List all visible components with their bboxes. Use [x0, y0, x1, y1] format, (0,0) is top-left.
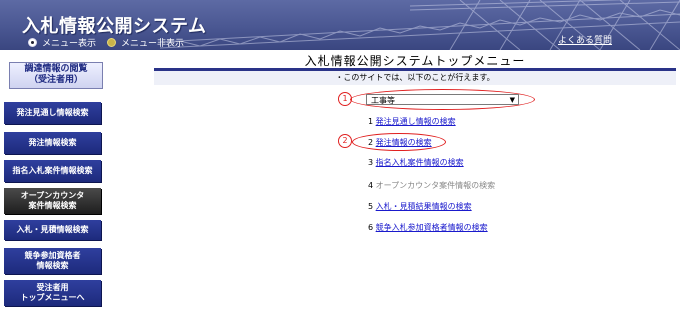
sidebar-heading: 調達情報の閲覧 （受注者用）	[9, 62, 103, 89]
annotation-marker-1: 1	[338, 92, 352, 106]
sidebar-item-label-line2: 情報検索	[36, 261, 69, 270]
sidebar-item-label: 指名入札案件情報検索	[12, 166, 93, 175]
menu-item-2: 2 発注情報の検索	[368, 137, 432, 148]
header-banner: 入札情報公開システム メニュー表示 メニュー非表示 よくある質問	[0, 0, 680, 50]
menu-item-4: 4 オープンカウンタ案件情報の検索	[368, 180, 495, 191]
menu-item-3: 3 指名入札案件情報の検索	[368, 157, 464, 168]
menu-item-number: 3	[368, 158, 374, 167]
menu-item-number: 1	[368, 117, 374, 126]
faq-link[interactable]: よくある質問	[558, 33, 612, 46]
sidebar-item-label-line2: トップメニューへ	[20, 293, 85, 302]
order-search-link[interactable]: 発注情報の検索	[376, 138, 432, 147]
category-select-value: 工事等	[371, 96, 395, 105]
menu-item-number: 2	[368, 138, 374, 147]
annotation-marker-2: 2	[338, 134, 352, 148]
menu-hide-radio[interactable]	[107, 38, 117, 47]
sidebar-heading-line2: （受注者用）	[28, 75, 83, 85]
menu-item-5: 5 入札・見積結果情報の検索	[368, 201, 472, 212]
page-title: 入札情報公開システムトップメニュー	[304, 54, 526, 68]
sidebar-item-forecast-search[interactable]: 発注見通し情報検索	[4, 102, 101, 124]
sidebar-item-label: 競争参加資格者	[24, 251, 81, 260]
menu-hide-label[interactable]: メニュー非表示	[121, 36, 184, 49]
sidebar: 調達情報の閲覧 （受注者用） 発注見通し情報検索 発注情報検索 指名入札案件情報…	[0, 50, 152, 336]
menu-item-number: 4	[368, 181, 374, 190]
sidebar-item-label: 入札・見積情報検索	[16, 225, 89, 234]
open-counter-search-text: オープンカウンタ案件情報の検索	[375, 181, 496, 190]
category-select[interactable]: 工事等 ▼	[366, 94, 519, 105]
menu-show-radio[interactable]	[28, 38, 37, 47]
menu-show-label[interactable]: メニュー表示	[42, 36, 96, 49]
qualified-bidders-search-link[interactable]: 競争入札参加資格者情報の検索	[376, 223, 488, 232]
forecast-search-link[interactable]: 発注見通し情報の検索	[376, 117, 456, 126]
menu-item-1: 1 発注見通し情報の検索	[368, 116, 456, 127]
sidebar-item-label-line2: 案件情報検索	[28, 201, 77, 210]
info-text: ・このサイトでは、以下のことが行えます。	[154, 71, 676, 85]
sidebar-heading-line1: 調達情報の閲覧	[24, 64, 88, 74]
sidebar-item-bid-estimate-search[interactable]: 入札・見積情報検索	[4, 220, 101, 240]
sidebar-item-top-menu[interactable]: 受注者用 トップメニューへ	[4, 280, 101, 306]
menu-item-number: 6	[368, 223, 374, 232]
sidebar-item-label: オープンカウンタ	[20, 191, 85, 200]
sidebar-item-nominated-search[interactable]: 指名入札案件情報検索	[4, 160, 101, 182]
sidebar-item-qualified-bidders-search[interactable]: 競争参加資格者 情報検索	[4, 248, 101, 274]
bid-estimate-search-link[interactable]: 入札・見積結果情報の検索	[376, 202, 472, 211]
sidebar-item-label: 発注情報検索	[28, 138, 77, 147]
sidebar-item-label: 受注者用	[36, 283, 69, 292]
menu-toggle: メニュー表示 メニュー非表示	[28, 36, 184, 49]
chevron-down-icon: ▼	[509, 96, 515, 104]
menu-item-6: 6 競争入札参加資格者情報の検索	[368, 222, 488, 233]
nominated-search-link[interactable]: 指名入札案件情報の検索	[376, 158, 464, 167]
menu-item-number: 5	[368, 202, 374, 211]
sidebar-item-open-counter-search[interactable]: オープンカウンタ 案件情報検索	[4, 188, 101, 214]
sidebar-item-order-search[interactable]: 発注情報検索	[4, 132, 101, 154]
sidebar-item-label: 発注見通し情報検索	[16, 108, 89, 117]
app-title: 入札情報公開システム	[22, 16, 207, 37]
